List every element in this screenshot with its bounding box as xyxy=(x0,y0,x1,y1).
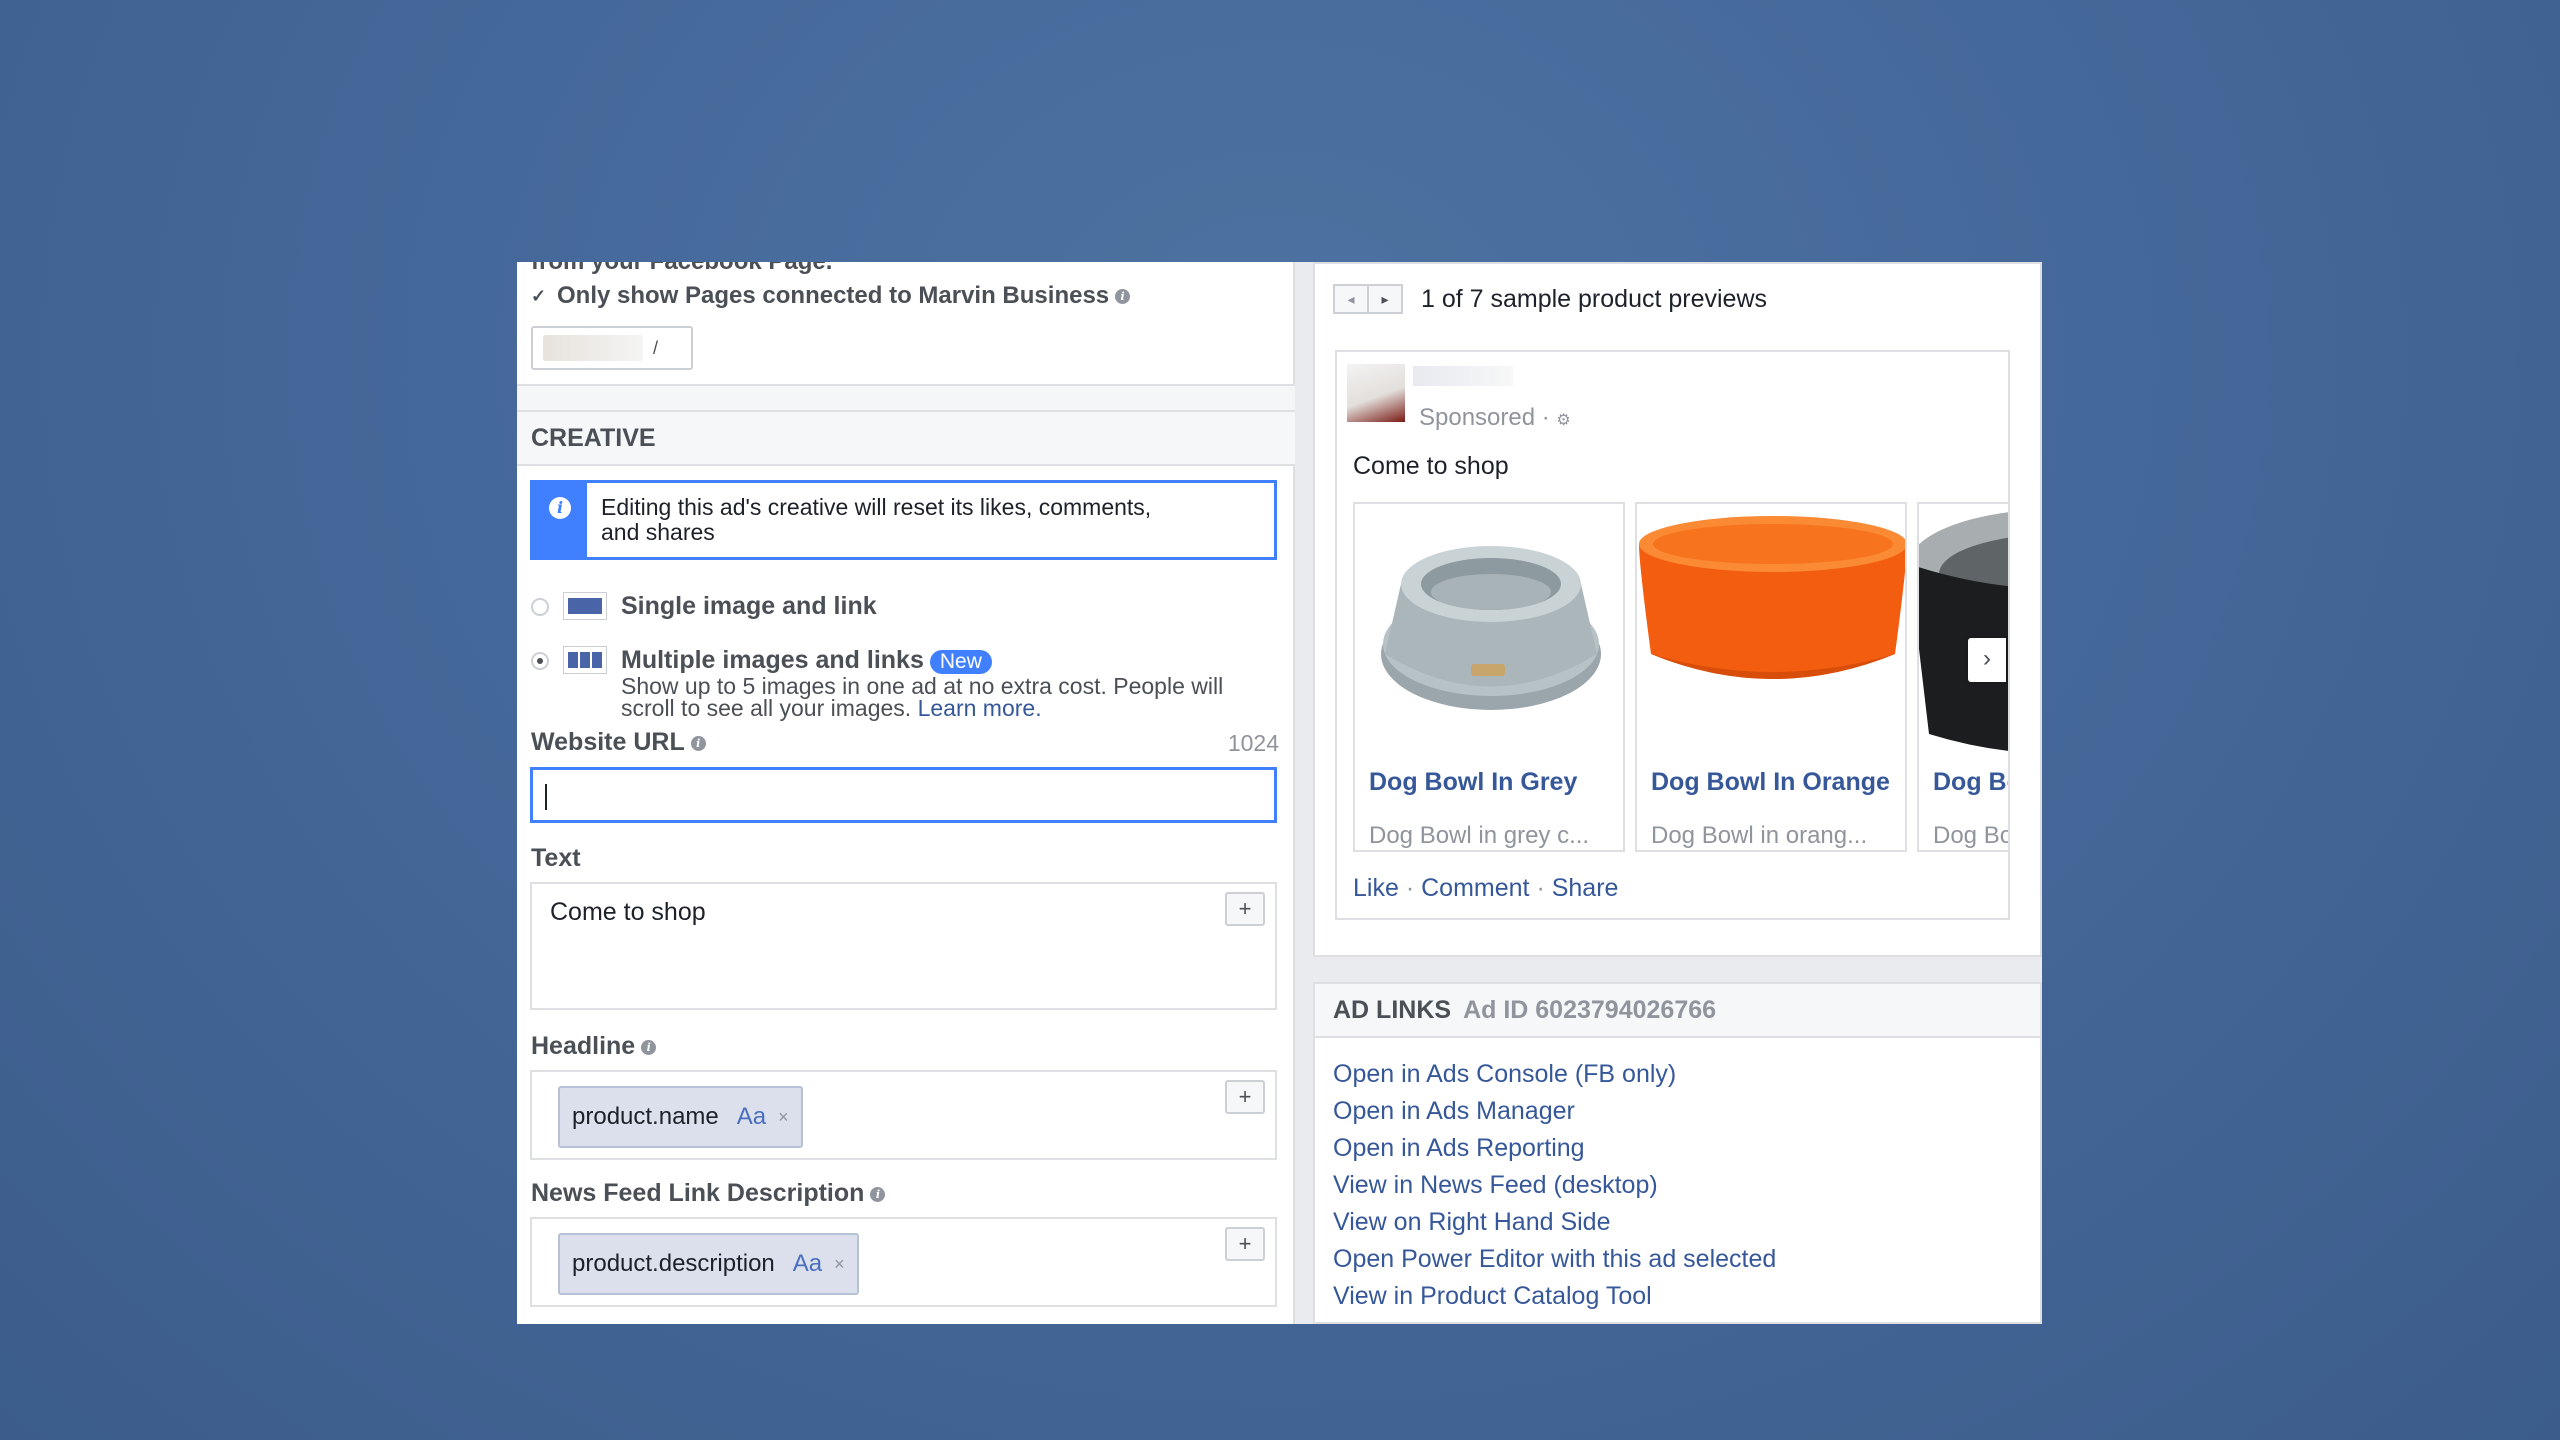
link-description-input[interactable]: product.description Aa × + xyxy=(530,1217,1277,1307)
product-image-orange-bowl xyxy=(1637,504,1905,764)
product-desc: Dog Bowl in grey c... xyxy=(1369,822,1590,849)
learn-more-link[interactable]: Learn more. xyxy=(918,695,1042,721)
add-text-variant-button[interactable]: + xyxy=(1225,892,1265,926)
option-multiple-images[interactable]: Multiple images and links New Show up to … xyxy=(531,646,1261,721)
product-desc: Dog Bowl in orang... xyxy=(1651,822,1868,849)
link-product-catalog[interactable]: View in Product Catalog Tool xyxy=(1333,1278,2040,1315)
link-power-editor[interactable]: Open Power Editor with this ad selected xyxy=(1333,1241,2040,1278)
headline-token[interactable]: product.name Aa × xyxy=(558,1086,803,1148)
ad-actions: Like · Comment · Share xyxy=(1353,874,1619,902)
info-circle-icon: i xyxy=(549,497,571,519)
text-format-icon[interactable]: Aa xyxy=(793,1250,822,1278)
link-right-hand-side[interactable]: View on Right Hand Side xyxy=(1333,1204,2040,1241)
reset-warning-notice: i Editing this ad's creative will reset … xyxy=(530,480,1277,560)
description-token[interactable]: product.description Aa × xyxy=(558,1233,859,1295)
prev-preview-button[interactable]: ◂ xyxy=(1333,284,1369,314)
like-link[interactable]: Like xyxy=(1353,874,1399,902)
add-description-button[interactable]: + xyxy=(1225,1227,1265,1261)
product-carousel: Dog Bowl In Grey Dog Bowl in grey c... D… xyxy=(1353,502,2010,852)
website-url-label: Website URL i xyxy=(531,728,706,757)
product-title[interactable]: Dog Bowl In Grey xyxy=(1369,770,1619,795)
link-description-label: News Feed Link Description i xyxy=(531,1179,886,1208)
section-divider xyxy=(517,384,1295,410)
share-link[interactable]: Share xyxy=(1552,874,1619,902)
text-format-icon[interactable]: Aa xyxy=(737,1103,766,1131)
product-title[interactable]: Dog Bo xyxy=(1933,770,2008,795)
info-icon[interactable]: i xyxy=(690,735,706,751)
page-name xyxy=(1413,366,1513,386)
link-description-label-text: News Feed Link Description xyxy=(531,1179,865,1207)
option-single-image[interactable]: Single image and link xyxy=(531,592,877,621)
connected-pages-checkbox[interactable]: ✓ Only show Pages connected to Marvin Bu… xyxy=(531,282,1131,310)
text-cursor xyxy=(545,784,547,810)
carousel-card[interactable]: Dog Bowl In Grey Dog Bowl in grey c... xyxy=(1353,502,1625,852)
link-ads-reporting[interactable]: Open in Ads Reporting xyxy=(1333,1130,2040,1167)
carousel-next-arrow[interactable]: › xyxy=(1968,638,2006,682)
ad-links-list: Open in Ads Console (FB only) Open in Ad… xyxy=(1315,1038,2040,1315)
text-label: Text xyxy=(531,844,581,872)
remove-token-icon[interactable]: × xyxy=(834,1254,845,1275)
product-image-steel-bowl xyxy=(1919,504,2008,764)
ad-id: Ad ID 6023794026766 xyxy=(1463,996,1717,1024)
page-source-text: from your Facebook Page. xyxy=(531,262,832,276)
pager-text: 1 of 7 sample product previews xyxy=(1421,284,1768,313)
next-preview-button[interactable]: ▸ xyxy=(1367,284,1403,314)
ad-text-value: Come to shop xyxy=(550,898,706,926)
creative-section-header: CREATIVE xyxy=(517,410,1295,466)
remove-token-icon[interactable]: × xyxy=(778,1107,789,1128)
add-headline-button[interactable]: + xyxy=(1225,1080,1265,1114)
radio-single[interactable] xyxy=(531,598,549,616)
ad-preview-card: Sponsored · ⚙ Come to shop Dog Bowl In G… xyxy=(1335,350,2010,920)
notice-bar: i xyxy=(533,483,587,557)
ad-preview-panel: ◂ ▸ 1 of 7 sample product previews Spons… xyxy=(1313,262,2042,957)
info-icon[interactable]: i xyxy=(1115,288,1131,304)
single-image-icon xyxy=(563,592,607,620)
ad-links-title: AD LINKS xyxy=(1333,996,1452,1024)
product-image-grey-bowl xyxy=(1355,504,1623,764)
ad-text-input[interactable]: Come to shop + xyxy=(530,882,1277,1010)
ad-links-panel: AD LINKS Ad ID 6023794026766 Open in Ads … xyxy=(1313,982,2042,1324)
checkmark-icon: ✓ xyxy=(531,286,547,306)
website-url-label-text: Website URL xyxy=(531,728,685,756)
headline-input[interactable]: product.name Aa × + xyxy=(530,1070,1277,1160)
option-multiple-desc: Show up to 5 images in one ad at no extr… xyxy=(621,675,1261,721)
checkbox-label: Only show Pages connected to Marvin Busi… xyxy=(557,282,1110,309)
page-selector[interactable]: / xyxy=(531,326,693,370)
ad-links-header: AD LINKS Ad ID 6023794026766 xyxy=(1315,984,2040,1038)
radio-multiple[interactable] xyxy=(531,652,549,670)
ad-editor-panel: from your Facebook Page. ✓ Only show Pag… xyxy=(517,262,1295,1324)
notice-text: Editing this ad's creative will reset it… xyxy=(601,494,1152,545)
link-news-feed[interactable]: View in News Feed (desktop) xyxy=(1333,1167,2040,1204)
screenshot-frame: from your Facebook Page. ✓ Only show Pag… xyxy=(517,262,2042,1324)
carousel-card[interactable]: Dog Bowl In Orange Dog Bowl in orang... xyxy=(1635,502,1907,852)
link-ads-console[interactable]: Open in Ads Console (FB only) xyxy=(1333,1056,2040,1093)
info-icon[interactable]: i xyxy=(870,1186,886,1202)
new-badge: New xyxy=(929,650,992,674)
headline-label-text: Headline xyxy=(531,1032,636,1060)
sponsored-text: Sponsored · xyxy=(1419,404,1550,431)
product-desc: Dog Bo xyxy=(1933,822,2010,849)
option-multiple-label: Multiple images and links xyxy=(621,646,924,674)
page-avatar xyxy=(1347,364,1405,422)
product-title[interactable]: Dog Bowl In Orange xyxy=(1651,770,1901,795)
headline-token-text: product.name xyxy=(572,1103,719,1130)
comment-link[interactable]: Comment xyxy=(1421,874,1529,902)
sponsored-label: Sponsored · ⚙ xyxy=(1419,404,1571,432)
preview-pager: ◂ ▸ 1 of 7 sample product previews xyxy=(1333,284,1767,314)
carousel-icon xyxy=(563,646,607,674)
page-select-text: / xyxy=(653,337,659,358)
option-single-label: Single image and link xyxy=(621,592,877,620)
preview-column: ◂ ▸ 1 of 7 sample product previews Spons… xyxy=(1313,262,2042,1324)
info-icon[interactable]: i xyxy=(641,1039,657,1055)
ad-body-text: Come to shop xyxy=(1353,452,1509,480)
description-token-text: product.description xyxy=(572,1250,775,1277)
page-thumbnail xyxy=(543,335,643,361)
url-char-counter: 1024 xyxy=(1227,730,1279,756)
globe-icon: ⚙ xyxy=(1556,412,1571,429)
website-url-input[interactable] xyxy=(530,767,1277,823)
link-ads-manager[interactable]: Open in Ads Manager xyxy=(1333,1093,2040,1130)
headline-label: Headline i xyxy=(531,1032,657,1061)
